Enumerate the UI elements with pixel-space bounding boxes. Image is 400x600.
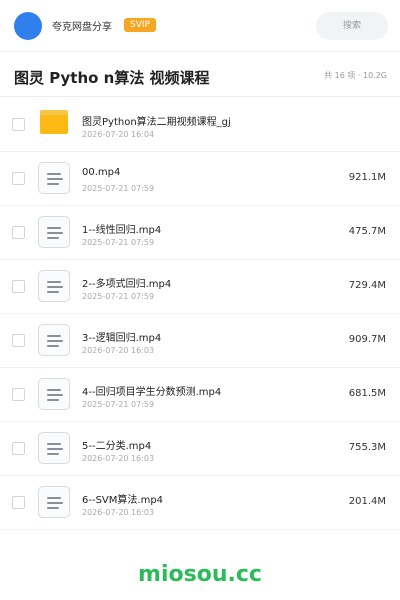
row-checkbox[interactable] bbox=[12, 442, 25, 455]
video-file-icon bbox=[38, 216, 70, 248]
file-size: 201.4M bbox=[348, 496, 386, 507]
folder-header: 图灵 Pytho n算法 视频课程 共 16 项 · 10.2G bbox=[0, 53, 400, 97]
share-owner-name: 夸克网盘分享 bbox=[52, 22, 112, 33]
row-checkbox[interactable] bbox=[12, 388, 25, 401]
file-size: 729.4M bbox=[348, 280, 386, 291]
top-bar: 夸克网盘分享 SVIP 搜索 bbox=[0, 0, 400, 52]
file-date: 2026-07-20 16:03 bbox=[82, 454, 155, 463]
file-size: 475.7M bbox=[348, 226, 386, 237]
file-name: 6--SVM算法.mp4 bbox=[82, 495, 164, 506]
row-checkbox[interactable] bbox=[12, 280, 25, 293]
row-checkbox[interactable] bbox=[12, 226, 25, 239]
file-size: 755.3M bbox=[348, 442, 386, 453]
list-item[interactable]: 3--逻辑回归.mp4 2026-07-20 16:03 909.7M bbox=[0, 314, 400, 368]
file-date: 2026-07-20 16:03 bbox=[82, 508, 155, 517]
row-checkbox[interactable] bbox=[12, 496, 25, 509]
file-name: 图灵Python算法二期视频课程_gj bbox=[82, 117, 231, 128]
list-item[interactable]: 图灵Python算法二期视频课程_gj 2026-07-20 16:04 bbox=[0, 98, 400, 152]
file-name: 2--多项式回归.mp4 bbox=[82, 279, 172, 290]
page-title: 图灵 Pytho n算法 视频课程 bbox=[14, 69, 210, 87]
folder-summary: 共 16 项 · 10.2G bbox=[324, 71, 387, 80]
file-size: 681.5M bbox=[348, 388, 386, 399]
row-checkbox[interactable] bbox=[12, 118, 25, 131]
search-input[interactable]: 搜索 bbox=[316, 12, 388, 40]
list-item[interactable]: 00.mp4 2025-07-21 07:59 921.1M bbox=[0, 152, 400, 206]
row-checkbox[interactable] bbox=[12, 334, 25, 347]
file-name: 5--二分类.mp4 bbox=[82, 441, 152, 452]
file-name: 3--逻辑回归.mp4 bbox=[82, 333, 162, 344]
file-date: 2026-07-20 16:03 bbox=[82, 346, 155, 355]
list-item[interactable]: 4--回归项目学生分数预测.mp4 2025-07-21 07:59 681.5M bbox=[0, 368, 400, 422]
file-name: 4--回归项目学生分数预测.mp4 bbox=[82, 387, 222, 398]
video-file-icon bbox=[38, 432, 70, 464]
list-item[interactable]: 2--多项式回归.mp4 2025-07-21 07:59 729.4M bbox=[0, 260, 400, 314]
file-date: 2025-07-21 07:59 bbox=[82, 400, 155, 409]
file-date: 2026-07-20 16:04 bbox=[82, 130, 155, 139]
watermark-text: miosou.cc bbox=[138, 562, 262, 587]
video-file-icon bbox=[38, 378, 70, 410]
video-file-icon bbox=[38, 270, 70, 302]
file-date: 2025-07-21 07:59 bbox=[82, 238, 155, 247]
list-item[interactable]: 6--SVM算法.mp4 2026-07-20 16:03 201.4M bbox=[0, 476, 400, 530]
folder-icon bbox=[40, 110, 68, 134]
row-checkbox[interactable] bbox=[12, 172, 25, 185]
file-size: 909.7M bbox=[348, 334, 386, 345]
list-item[interactable]: 5--二分类.mp4 2026-07-20 16:03 755.3M bbox=[0, 422, 400, 476]
video-file-icon bbox=[38, 486, 70, 518]
file-name: 00.mp4 bbox=[82, 167, 121, 178]
file-date: 2025-07-21 07:59 bbox=[82, 184, 155, 193]
avatar[interactable] bbox=[14, 12, 42, 40]
file-date: 2025-07-21 07:59 bbox=[82, 292, 155, 301]
svip-badge: SVIP bbox=[124, 18, 156, 32]
file-size: 921.1M bbox=[348, 172, 386, 183]
video-file-icon bbox=[38, 162, 70, 194]
video-file-icon bbox=[38, 324, 70, 356]
file-name: 1--线性回归.mp4 bbox=[82, 225, 162, 236]
list-item[interactable]: 1--线性回归.mp4 2025-07-21 07:59 475.7M bbox=[0, 206, 400, 260]
